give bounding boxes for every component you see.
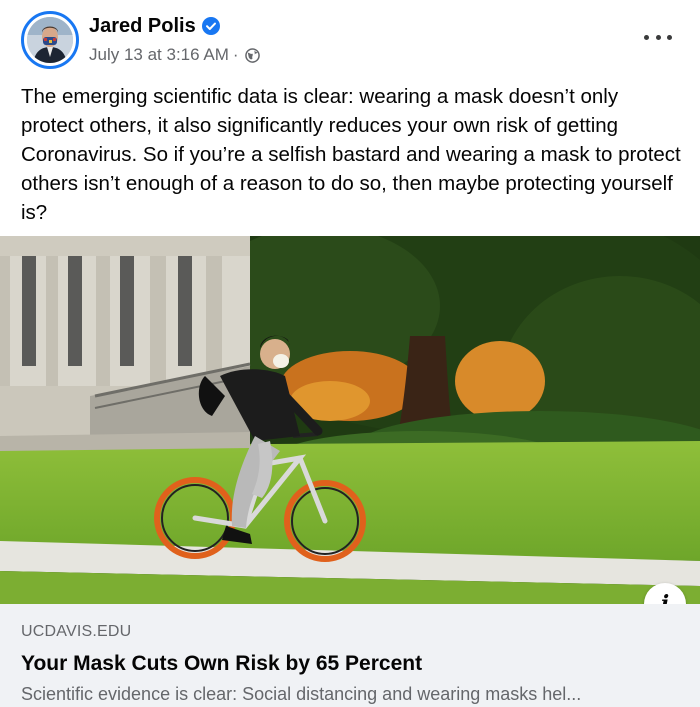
verified-badge-icon bbox=[201, 17, 220, 35]
avatar-photo bbox=[27, 17, 73, 63]
link-domain: UCDAVIS.EDU bbox=[21, 623, 132, 640]
globe-icon[interactable] bbox=[244, 47, 260, 63]
link-preview[interactable]: UCDAVIS.EDU Your Mask Cuts Own Risk by 6… bbox=[0, 604, 700, 707]
dot-icon bbox=[644, 34, 649, 40]
dot-icon bbox=[655, 34, 661, 40]
post-timestamp[interactable]: July 13 at 3:16 AM bbox=[89, 45, 229, 65]
profile-avatar[interactable] bbox=[21, 11, 79, 69]
meta-separator: · bbox=[232, 45, 239, 64]
link-preview-image[interactable] bbox=[0, 236, 700, 604]
dot-icon bbox=[667, 34, 672, 40]
post-header: Jared Polis July 13 at 3:16 AM · bbox=[0, 0, 700, 80]
more-options-icon[interactable] bbox=[644, 28, 672, 46]
link-title[interactable]: Your Mask Cuts Own Risk by 65 Percent bbox=[21, 652, 422, 676]
link-description: Scientific evidence is clear: Social dis… bbox=[21, 684, 582, 704]
author-row: Jared Polis bbox=[89, 13, 220, 39]
author-name[interactable]: Jared Polis bbox=[89, 15, 196, 38]
post-text: The emerging scientific data is clear: w… bbox=[21, 85, 681, 224]
post-meta: July 13 at 3:16 AM · bbox=[89, 44, 260, 66]
